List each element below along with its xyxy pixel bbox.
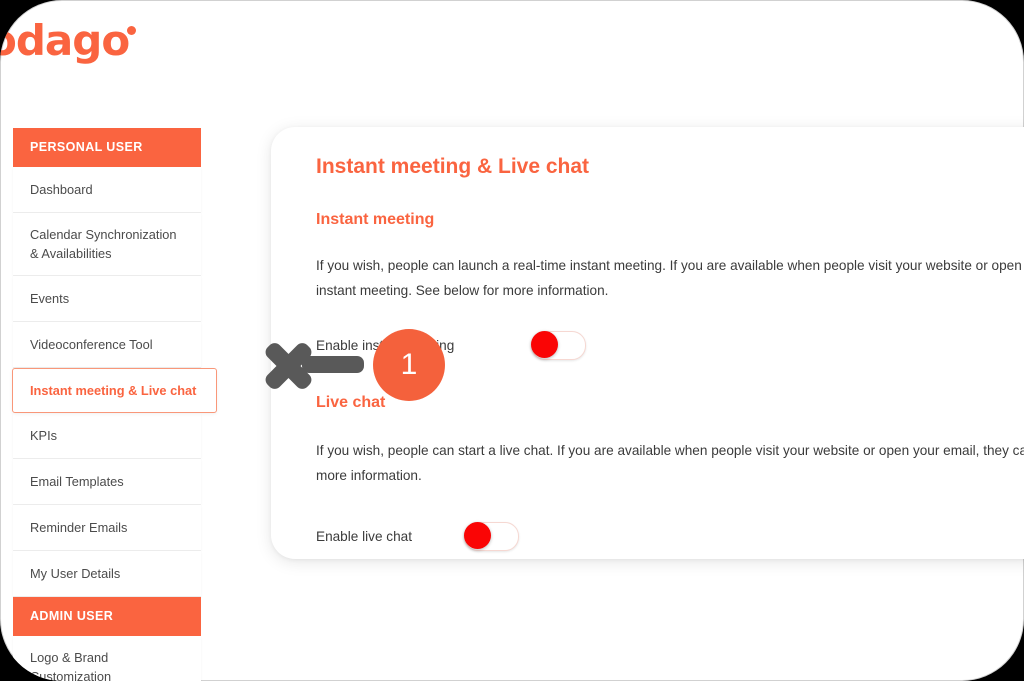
live-chat-title: Live chat <box>316 394 386 411</box>
sidebar-item-events[interactable]: Events <box>13 276 201 322</box>
instant-meeting-description-line-1: If you wish, people can launch a real-ti… <box>316 258 1022 273</box>
sidebar-item-label: Email Templates <box>30 474 124 489</box>
sidebar-item-kpis[interactable]: KPIs <box>13 413 201 459</box>
sidebar-item-my-user-details[interactable]: My User Details <box>13 551 201 597</box>
instant-meeting-section: Instant meeting If you wish, people can … <box>316 211 1024 360</box>
enable-live-chat-toggle[interactable] <box>464 522 519 551</box>
sidebar-item-label: Instant meeting & Live chat <box>30 383 197 398</box>
sidebar-item-instant-meeting-live-chat[interactable]: Instant meeting & Live chat <box>12 368 217 413</box>
sidebar-section-label: ADMIN USER <box>30 609 114 623</box>
sidebar-item-logo-brand-customization[interactable]: Logo & Brand Customization <box>13 636 201 681</box>
sidebar-section-admin-user: ADMIN USER <box>13 597 201 636</box>
sidebar-item-label: Videoconference Tool <box>30 337 153 352</box>
sidebar: PERSONAL USER Dashboard Calendar Synchro… <box>12 128 217 681</box>
sidebar-item-label: Events <box>30 291 70 306</box>
sidebar-item-videoconference-tool[interactable]: Videoconference Tool <box>13 322 201 368</box>
toggle-knob <box>531 331 558 358</box>
instant-meeting-title: Instant meeting <box>316 211 435 228</box>
sidebar-item-label: Reminder Emails <box>30 520 128 535</box>
toggle-knob <box>464 522 491 549</box>
enable-instant-meeting-label: Enable instant meeting <box>316 338 455 353</box>
sidebar-item-label: KPIs <box>30 428 58 443</box>
page-title: Instant meeting & Live chat <box>316 155 590 178</box>
enable-live-chat-label: Enable live chat <box>316 529 412 544</box>
live-chat-description-line-1: If you wish, people can start a live cha… <box>316 443 1024 458</box>
sidebar-item-label: Logo & Brand Customization <box>30 650 112 681</box>
live-chat-section: Live chat If you wish, people can start … <box>316 394 1024 551</box>
logo-text: odago <box>0 16 130 65</box>
sidebar-item-dashboard[interactable]: Dashboard <box>13 167 201 213</box>
logo-dot-icon <box>127 26 137 35</box>
sidebar-item-calendar-synchronization[interactable]: Calendar Synchronization & Availabilitie… <box>13 213 201 276</box>
app-logo[interactable]: odago <box>0 16 138 65</box>
sidebar-item-label: My User Details <box>30 566 121 581</box>
live-chat-description-line-2: more information. <box>316 468 422 483</box>
sidebar-section-label: PERSONAL USER <box>30 140 143 154</box>
sidebar-item-email-templates[interactable]: Email Templates <box>13 459 201 505</box>
app-window: odago PERSONAL USER Dashboard Calendar S… <box>0 0 1024 681</box>
content-card: Instant meeting & Live chat Instant meet… <box>271 127 1024 559</box>
instant-meeting-description-line-2: instant meeting. See below for more info… <box>316 283 609 298</box>
enable-live-chat-row: Enable live chat <box>316 522 1024 551</box>
content-card-inner: Instant meeting & Live chat Instant meet… <box>271 127 1024 551</box>
enable-instant-meeting-toggle[interactable] <box>531 331 586 360</box>
sidebar-item-label: Calendar Synchronization & Availabilitie… <box>30 227 177 261</box>
sidebar-section-personal-user: PERSONAL USER <box>13 128 201 167</box>
sidebar-item-reminder-emails[interactable]: Reminder Emails <box>13 505 201 551</box>
enable-instant-meeting-row: Enable instant meeting <box>316 331 1024 360</box>
sidebar-item-label: Dashboard <box>30 182 93 197</box>
